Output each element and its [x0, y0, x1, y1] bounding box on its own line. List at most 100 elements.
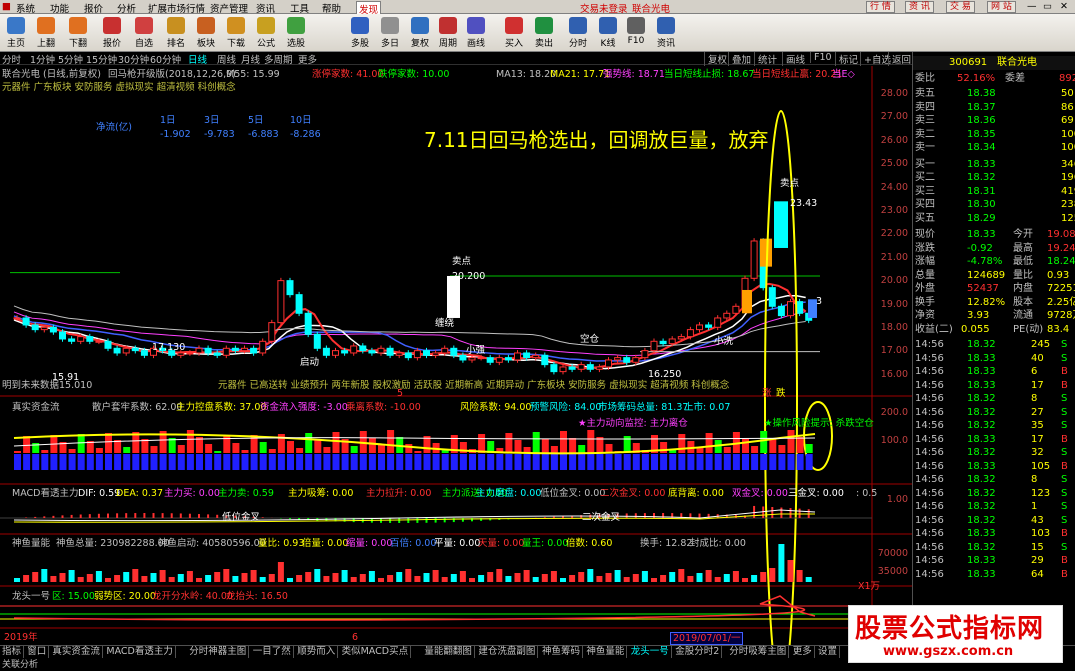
period-7[interactable]: 周线 [217, 52, 236, 66]
period-1[interactable]: 1分钟 [30, 52, 55, 66]
chart-tool-0[interactable]: 复权 [704, 52, 727, 66]
chart-tool-3[interactable]: 画线 [782, 52, 805, 66]
candle-body [559, 366, 567, 373]
menu-tools[interactable]: 工具 [290, 1, 309, 15]
toolbar-home-button[interactable]: 主页 [0, 16, 32, 50]
volume-ratio: 量比: 0.93 [258, 538, 305, 549]
toolbar-f10-button[interactable]: F10 [620, 16, 652, 50]
menu-analysis[interactable]: 分析 [117, 1, 136, 15]
toolbar-sell-button[interactable]: 卖出 [528, 16, 560, 50]
toolbar-sector-button[interactable]: 板块 [190, 16, 222, 50]
bottom-tab-11[interactable]: 神鱼量能 [584, 646, 628, 658]
period-5[interactable]: 60分钟 [150, 52, 181, 66]
quote-cell: 18.33 [967, 568, 996, 580]
fund-panel-title[interactable]: 真实资金流 [12, 402, 60, 413]
toolbar-favorites-button[interactable]: 自选 [128, 16, 160, 50]
candle-body [122, 347, 130, 354]
chart-tool-5[interactable]: 标记 [835, 52, 858, 66]
menu-news[interactable]: 资讯 [256, 1, 275, 15]
bottom-tab-7[interactable]: 类似MACD买点 [340, 646, 412, 658]
quote-cell: 14:56 [915, 433, 944, 445]
toolbar-rank-button[interactable]: 排名 [160, 16, 192, 50]
period-10[interactable]: 更多 [298, 52, 317, 66]
candle-body [131, 347, 139, 352]
menu-system[interactable]: 系统 [16, 1, 35, 15]
menu-function[interactable]: 功能 [50, 1, 69, 15]
period-2[interactable]: 5分钟 [58, 52, 83, 66]
volume-bar [378, 578, 384, 582]
bottom-tab-4[interactable]: 分时神器主图 [187, 646, 250, 658]
period-0[interactable]: 分时 [2, 52, 21, 66]
bottom-tab-5[interactable]: 一目了然 [251, 646, 294, 658]
toolbar-news-button[interactable]: 资讯 [650, 16, 682, 50]
minimize-button[interactable]: — [1027, 1, 1037, 12]
period-6[interactable]: 日线 [188, 52, 207, 66]
toolbar-multi-day-button[interactable]: 多日 [374, 16, 406, 50]
fund-bar-blue [396, 454, 404, 470]
menu-help[interactable]: 帮助 [322, 1, 341, 15]
bottom-related-analysis[interactable]: 关联分析 [0, 659, 40, 671]
candle-body [259, 340, 267, 354]
bottom-tab-14[interactable]: 分时吸筹主图 [727, 646, 790, 658]
chart-tool-2[interactable]: 统计 [754, 52, 777, 66]
macd-dif: DIF: 0.59 [78, 488, 121, 499]
btn-news[interactable]: 资 讯 [905, 1, 934, 13]
period-8[interactable]: 月线 [241, 52, 260, 66]
period-9[interactable]: 多周期 [264, 52, 293, 66]
toolbar-formula-button[interactable]: 公式 [250, 16, 282, 50]
toolbar-buy-button[interactable]: 买入 [498, 16, 530, 50]
tick-row: 14:56 18.32 8 S [913, 392, 1075, 406]
bottom-tab-15[interactable]: 更多 [791, 646, 815, 658]
bottom-tab-13[interactable]: 金股分时2 [673, 646, 723, 658]
quote-cell: 最高 [1013, 242, 1033, 254]
bottom-tab-9[interactable]: 建仓洗盘副图 [476, 646, 539, 658]
candle-body [723, 312, 731, 319]
toolbar-quote-button[interactable]: 报价 [96, 16, 128, 50]
toolbar-stock-picker-button[interactable]: 选股 [280, 16, 312, 50]
macd-panel-title[interactable]: MACD看透主力 [12, 488, 78, 499]
menu-quote[interactable]: 报价 [84, 1, 103, 15]
dragon-panel-title[interactable]: 龙头一号 [12, 591, 50, 602]
menu-extended-market[interactable]: 扩展市场行情 [148, 1, 205, 15]
chart-tool-1[interactable]: 叠加 [728, 52, 751, 66]
volume-bar [414, 576, 421, 582]
bottom-tab-10[interactable]: 神鱼筹码 [540, 646, 584, 658]
chart-tool-6[interactable]: +自选 [860, 52, 891, 66]
candle-body [768, 287, 776, 307]
bottom-tab-1[interactable]: 窗口 [25, 646, 50, 658]
bottom-tab-0[interactable]: 指标 [0, 646, 25, 658]
bottom-tab-2[interactable]: 真实资金流 [50, 646, 103, 658]
close-button[interactable]: ✕ [1060, 1, 1068, 12]
toolbar-label: 排名 [166, 39, 185, 49]
main-indicator-name[interactable]: 回马枪开级版(2018,12,26,9) [108, 69, 236, 80]
toolbar-intraday-button[interactable]: 分时 [562, 16, 594, 50]
bottom-tab-16[interactable]: 设置 [816, 646, 841, 658]
chart-area[interactable]: 联合光电 (日线,前复权) 回马枪开级版(2018,12,26,9) M55: … [0, 66, 912, 646]
chart-tool-4[interactable]: F10 [810, 52, 832, 63]
fund-bar [123, 447, 131, 453]
quote-cell: 14:56 [915, 501, 944, 512]
label-sell-top: 卖点 [780, 178, 800, 189]
watermark-logo: 股票公式指标网 www.gszx.com.cn [848, 605, 1063, 663]
bottom-tab-12[interactable]: 龙头一号 [629, 646, 672, 658]
bottom-tab-3[interactable]: MACD看透主力 [104, 646, 176, 658]
volume-panel-title[interactable]: 神鱼量能 [12, 538, 50, 549]
period-4[interactable]: 30分钟 [118, 52, 149, 66]
toolbar-page-down-button[interactable]: 下翻 [62, 16, 94, 50]
toolbar-page-up-button[interactable]: 上翻 [30, 16, 62, 50]
btn-trade[interactable]: 交 易 [946, 1, 975, 13]
toolbar-draw-line-button[interactable]: 画线 [460, 16, 492, 50]
chart-tool-7[interactable]: 返回 [888, 52, 911, 66]
login-status[interactable]: 交易未登录 [580, 1, 628, 15]
toolbar-multi-stock-button[interactable]: 多股 [344, 16, 376, 50]
quote-cell: 现价 [915, 229, 935, 240]
fund-bar-blue [651, 454, 658, 470]
menu-asset[interactable]: 资产管理 [210, 1, 248, 15]
bottom-tab-8[interactable]: 量能翻翻图 [422, 646, 475, 658]
toolbar-download-button[interactable]: 下载 [220, 16, 252, 50]
period-3[interactable]: 15分钟 [86, 52, 117, 66]
restore-button[interactable]: ▭ [1043, 1, 1052, 12]
btn-market[interactable]: 行 情 [866, 1, 895, 13]
btn-website[interactable]: 网 站 [987, 1, 1016, 13]
bottom-tab-6[interactable]: 顺势而入 [295, 646, 339, 658]
